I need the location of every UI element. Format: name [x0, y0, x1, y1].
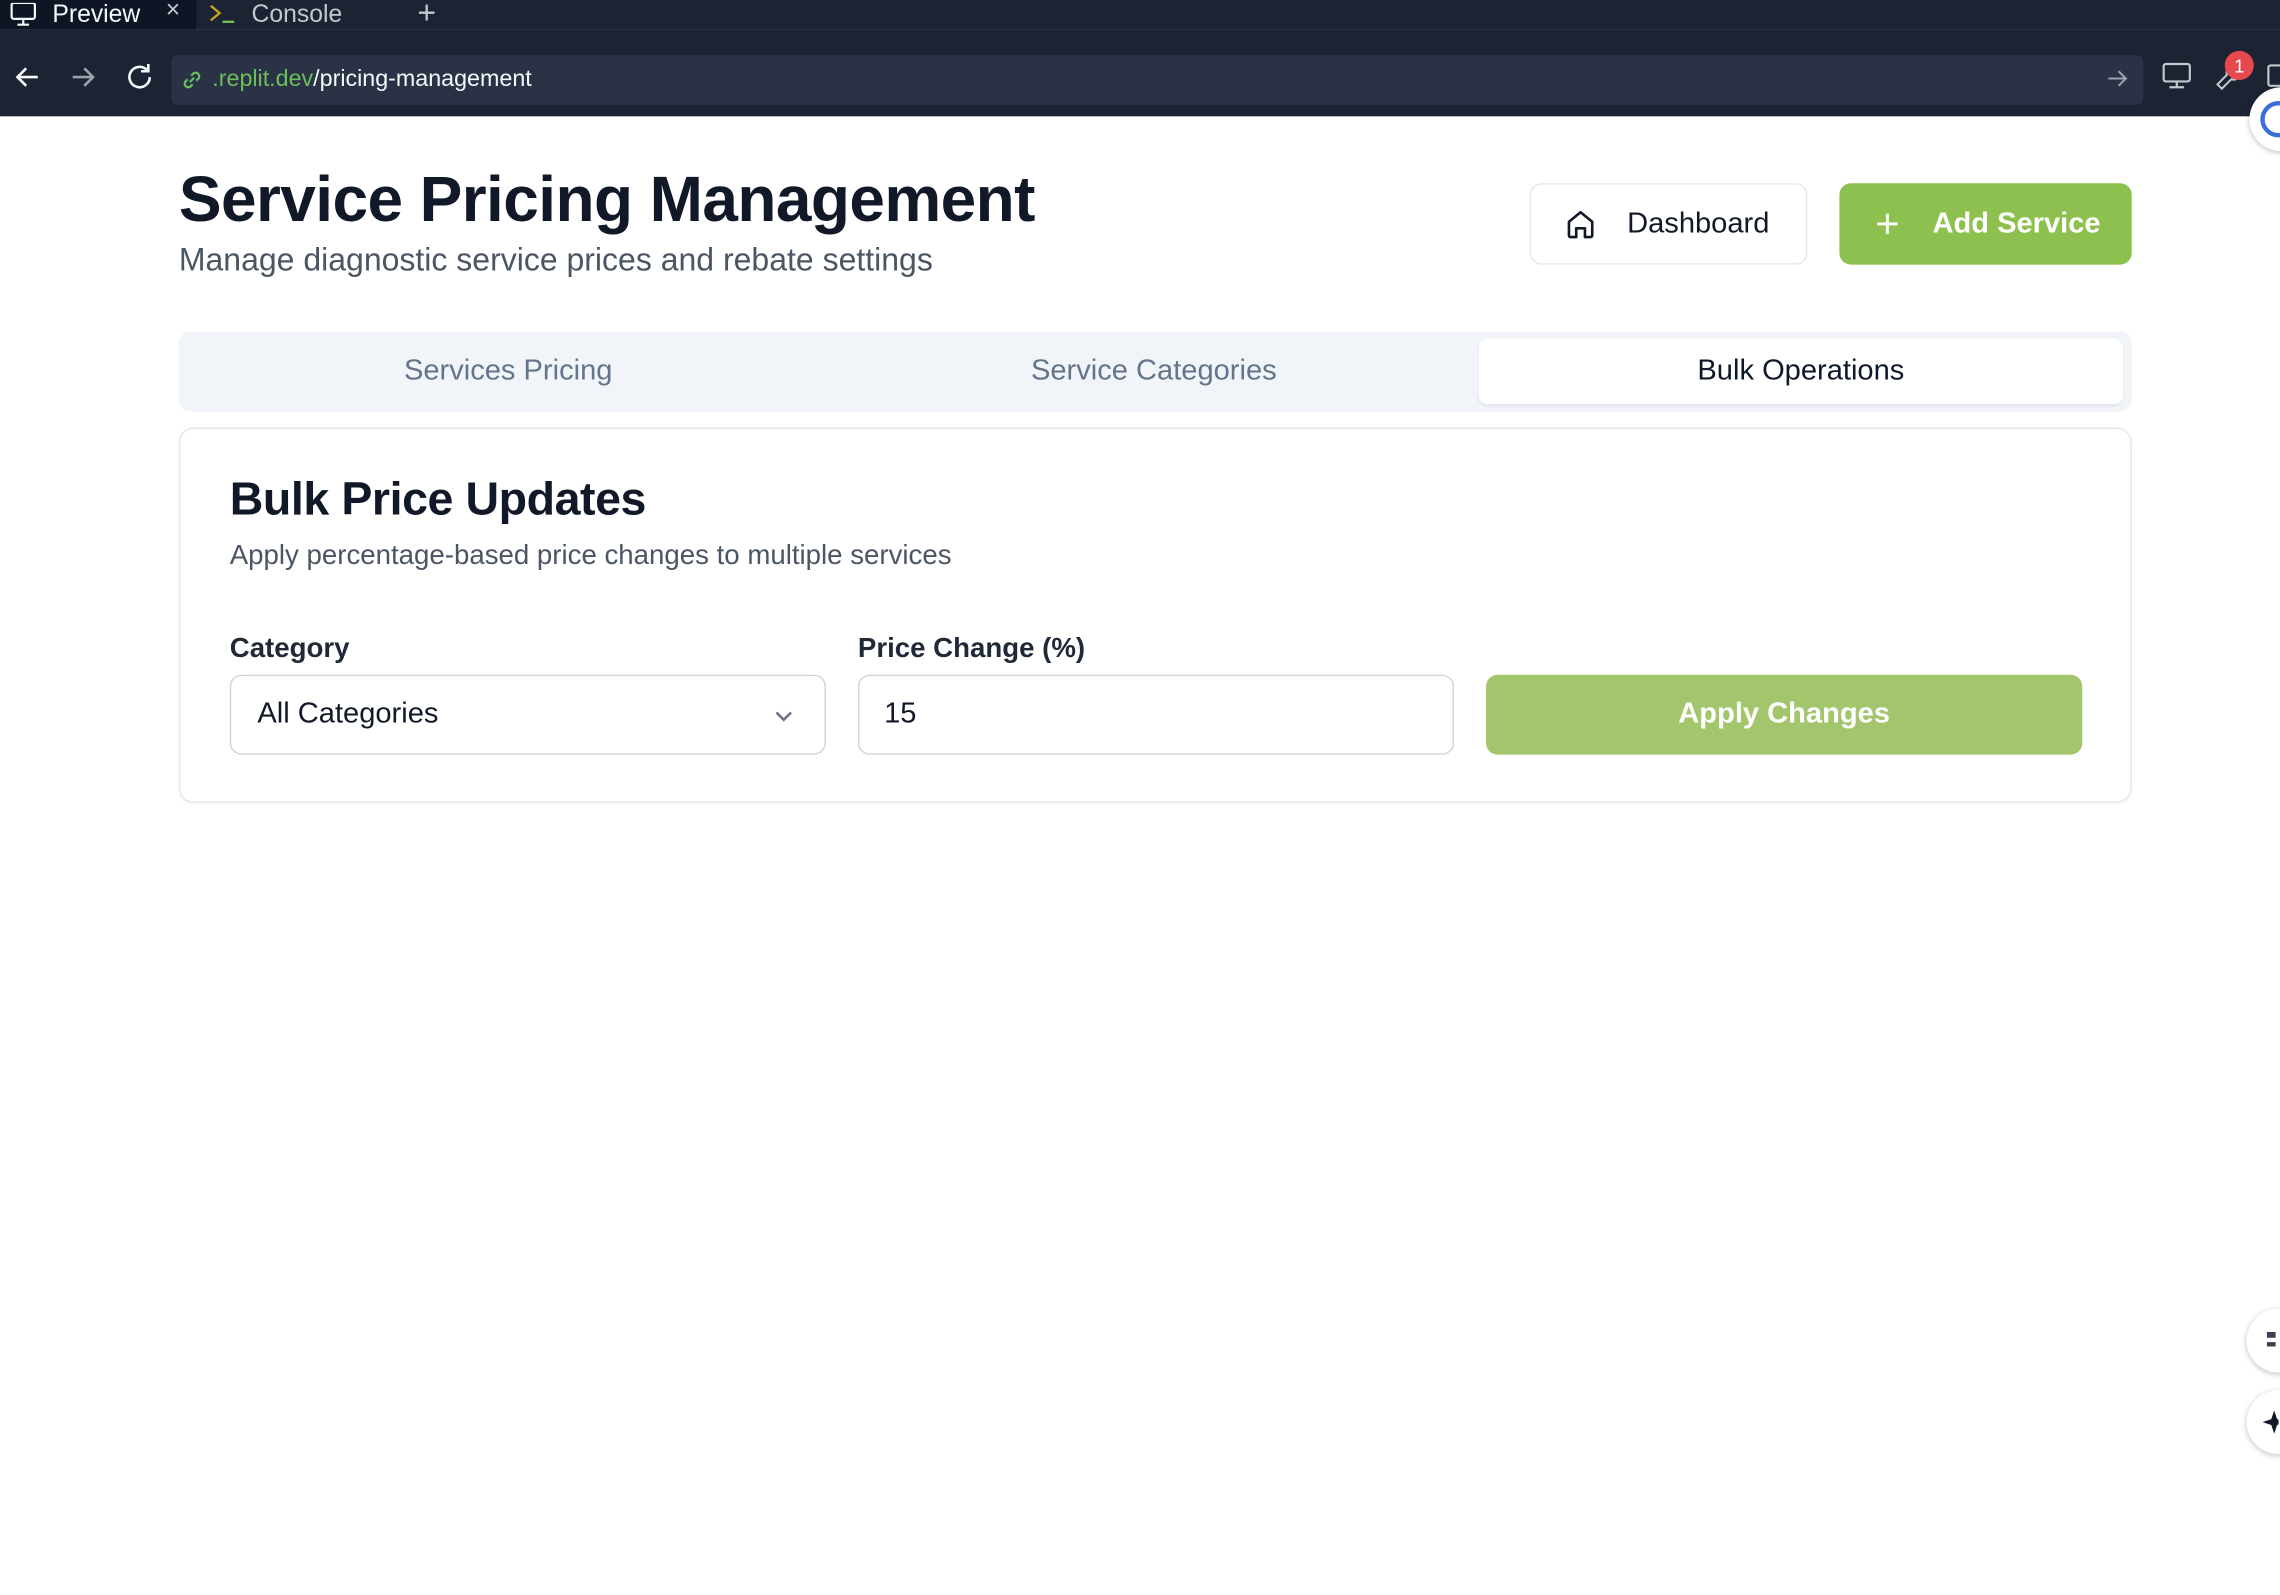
back-arrow-icon[interactable]	[12, 61, 44, 93]
home-icon	[1563, 206, 1598, 241]
forward-arrow-icon[interactable]	[67, 61, 99, 93]
tab-preview-label: Preview	[52, 0, 141, 28]
reload-icon[interactable]	[124, 61, 156, 93]
go-arrow-icon[interactable]	[2106, 67, 2129, 98]
category-select-value: All Categories	[257, 697, 439, 730]
terminal-icon	[208, 0, 237, 29]
page-subtitle: Manage diagnostic service prices and reb…	[178, 241, 933, 278]
apply-changes-button[interactable]: Apply Changes	[1486, 674, 2083, 755]
price-change-input[interactable]	[857, 674, 1455, 755]
url-field[interactable]: .replit.dev/pricing-management	[171, 55, 2144, 105]
category-label: Category	[229, 633, 350, 665]
browser-tab-bar: Preview × Console +	[0, 0, 2280, 32]
monitor-icon	[9, 0, 38, 29]
browser-address-bar: .replit.dev/pricing-management	[0, 29, 2280, 117]
add-service-button-label: Add Service	[1932, 207, 2101, 240]
new-tab-icon[interactable]: +	[417, 0, 436, 32]
tab-console-label: Console	[251, 0, 343, 28]
app-frame: Preview × Console + .replit.dev/pricing-…	[0, 0, 2280, 1595]
dashboard-button[interactable]: Dashboard	[1529, 183, 1808, 265]
tab-bulk-operations[interactable]: Bulk Operations	[1478, 338, 2123, 405]
dashboard-button-label: Dashboard	[1627, 207, 1770, 240]
page-title: Service Pricing Management	[178, 164, 1036, 236]
category-select[interactable]: All Categories	[229, 674, 826, 755]
link-icon	[180, 68, 203, 91]
assistant-orb-icon[interactable]	[2249, 87, 2280, 152]
chat-widget-icon[interactable]	[2246, 1308, 2280, 1373]
devices-icon[interactable]	[2161, 61, 2193, 97]
card-title: Bulk Price Updates	[229, 472, 647, 525]
add-service-button[interactable]: Add Service	[1839, 183, 2132, 265]
tab-console[interactable]: Console	[199, 0, 397, 29]
chevron-down-icon	[769, 701, 798, 737]
plus-icon	[1871, 208, 1903, 240]
bulk-price-card: Bulk Price Updates Apply percentage-base…	[178, 427, 2132, 803]
price-change-label: Price Change (%)	[857, 633, 1086, 665]
tab-preview[interactable]: Preview ×	[0, 0, 197, 30]
url-text: .replit.dev/pricing-management	[212, 67, 531, 93]
close-icon[interactable]: ×	[166, 0, 180, 25]
notification-badge: 1	[2224, 50, 2254, 80]
url-path: /pricing-management	[313, 66, 532, 92]
pricing-tabs: Services Pricing Service Categories Bulk…	[178, 331, 2132, 412]
url-host: .replit.dev	[212, 66, 314, 92]
card-description: Apply percentage-based price changes to …	[229, 540, 952, 572]
sparkle-icon[interactable]	[2246, 1390, 2280, 1455]
tab-services-pricing[interactable]: Services Pricing	[186, 339, 830, 404]
tab-service-categories[interactable]: Service Categories	[832, 339, 1476, 404]
